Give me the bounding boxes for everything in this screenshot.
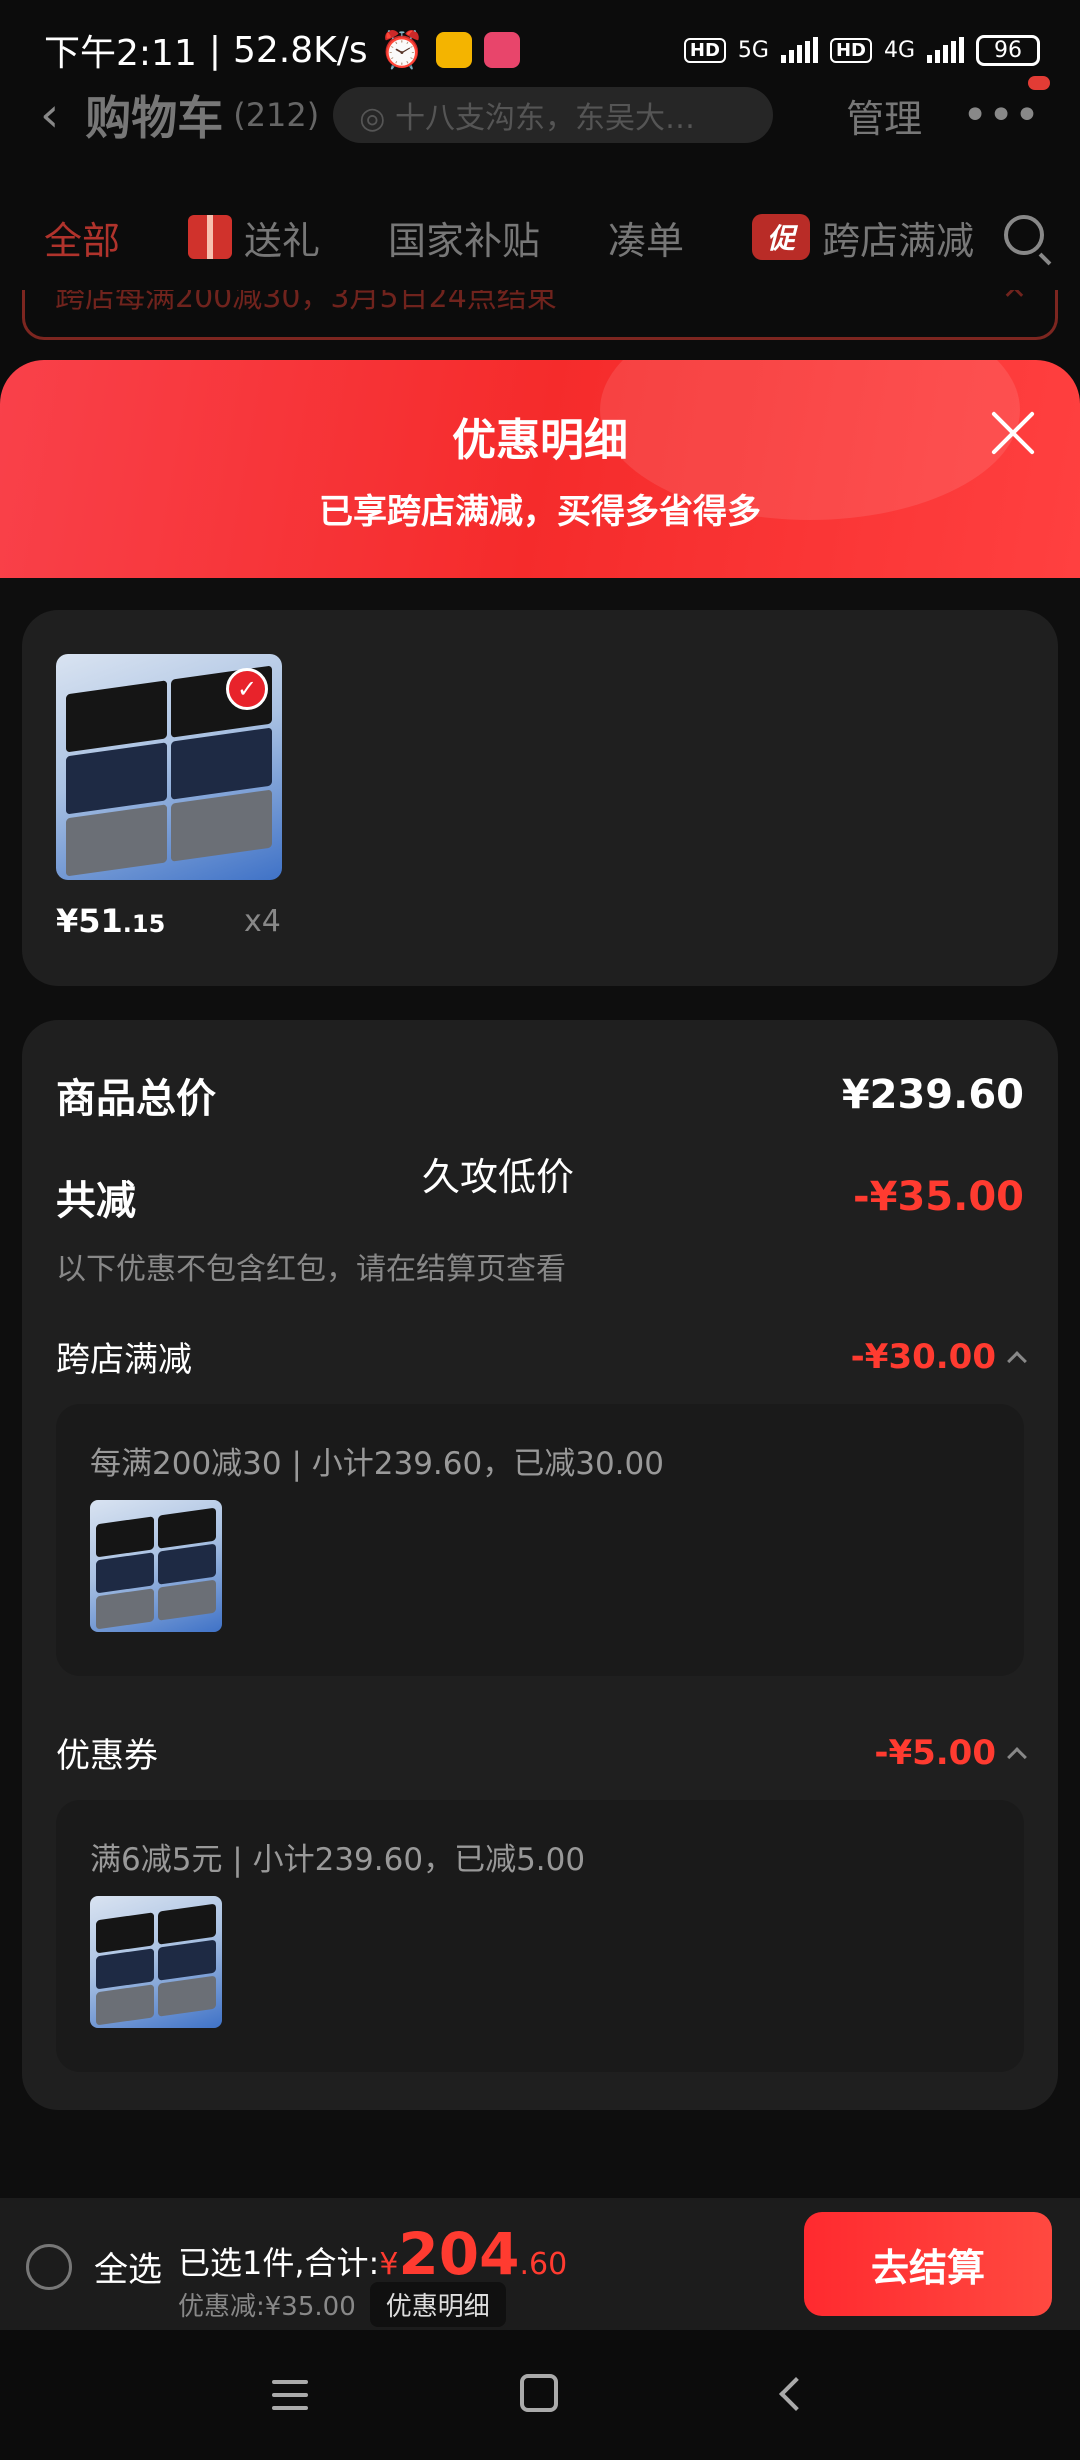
cart-count: (212) (233, 96, 320, 134)
discount-summary-card: 商品总价 ¥239.60 久攻低价 共减 -¥35.00 以下优惠不包含红包，请… (22, 1020, 1058, 2110)
promo-banner: 跨店每满200减30，3月5日24点结束 ✕ (22, 290, 1058, 340)
close-icon[interactable] (990, 410, 1036, 456)
reduce-row: 共减 -¥35.00 (56, 1168, 1024, 1226)
system-nav-bar (0, 2330, 1080, 2460)
discount-row-cross-store[interactable]: 跨店满减 -¥30.00 (56, 1332, 1027, 1381)
select-all-label: 全选 (94, 2250, 162, 2290)
promo-banner-text: 跨店每满200减30，3月5日24点结束 (55, 290, 557, 315)
location-text: 十八支沟东，东吴大… (394, 101, 695, 136)
home-icon[interactable] (520, 2374, 558, 2412)
price-int: ¥51 (56, 902, 123, 940)
discount-detail-text: 每满200减30 | 小计239.60，已减30.00 (90, 1446, 664, 1482)
product-price: ¥51.15 (56, 902, 165, 940)
total-label: 商品总价 (56, 1076, 216, 1122)
discount-note: 以下优惠不包含红包，请在结算页查看 (56, 1252, 566, 1287)
chevron-up-icon[interactable] (1007, 1350, 1027, 1371)
promo-badge: 促 (752, 214, 811, 260)
discount-detail-text: 满6减5元 | 小计239.60，已减5.00 (90, 1842, 586, 1878)
discount-detail-coupon: 满6减5元 | 小计239.60，已减5.00 (56, 1800, 1024, 2072)
selected-prefix: 已选1件,合计: (178, 2244, 380, 2282)
status-speed: 52.8K/s (232, 29, 368, 71)
sheet-subtitle: 已享跨店满减，买得多省得多 (319, 492, 761, 532)
alarm-icon: ⏰ (379, 30, 425, 71)
tab-cross-store-label: 跨店满减 (822, 218, 975, 263)
back-icon[interactable]: ‹ (40, 87, 59, 143)
page-title: 购物车 (85, 91, 224, 145)
product-thumbnail[interactable] (90, 1500, 222, 1632)
weibo-icon (436, 32, 473, 68)
manage-button[interactable]: 管理 (846, 88, 922, 143)
total-dec: .60 (519, 2247, 568, 2282)
menu-icon[interactable] (272, 2380, 308, 2419)
discount-amount: -¥30.00 (850, 1336, 996, 1377)
checkout-button[interactable]: 去结算 (804, 2212, 1052, 2316)
app-notification-icon (484, 32, 521, 68)
checkout-bar: 全选 已选1件,合计: ¥ 204 .60 优惠减:¥35.00 优惠明细 去结… (0, 2198, 1080, 2330)
check-icon: ✓ (226, 668, 268, 710)
total-currency: ¥ (379, 2247, 399, 2282)
discount-value: -¥30.00 (850, 1336, 1027, 1377)
price-dec: .15 (122, 910, 166, 938)
cart-header: ‹ 购物车 (212) ◎ 十八支沟东，东吴大… 管理 ••• (0, 75, 1080, 150)
chevron-up-icon[interactable] (1007, 1746, 1027, 1767)
status-divider: | (208, 29, 221, 71)
search-icon[interactable] (1004, 215, 1044, 255)
reduce-value: -¥35.00 (853, 1174, 1024, 1220)
tab-all[interactable]: 全部 (44, 210, 120, 265)
hd-icon: HD (683, 37, 726, 63)
total-value: ¥239.60 (841, 1072, 1024, 1118)
filter-tabs: 全部 送礼 国家补贴 凑单 促跨店满减 (0, 195, 1080, 279)
signal-icon (780, 37, 818, 63)
discount-value: -¥5.00 (874, 1732, 1027, 1773)
nav-back-icon[interactable] (779, 2377, 813, 2411)
network-5g: 5G (737, 37, 769, 63)
total-row: 商品总价 ¥239.60 (56, 1066, 1024, 1124)
status-time: 下午2:11 (44, 33, 197, 74)
socks-picture (96, 1903, 216, 2028)
select-all[interactable]: 全选 (26, 2242, 162, 2291)
product-card: ✓ ¥51.15 x4 (22, 610, 1058, 986)
discount-detail-sheet: 优惠明细 已享跨店满减，买得多省得多 ✓ ¥51.15 x4 商品总价 ¥239… (0, 360, 1080, 2340)
sheet-title: 优惠明细 (452, 415, 628, 466)
battery-icon: 96 (976, 34, 1040, 66)
status-right: HD 5G HD 4G 96 (683, 34, 1040, 66)
tab-gift[interactable]: 送礼 (188, 210, 320, 265)
select-all-radio[interactable] (26, 2243, 72, 2290)
discount-label: 跨店满减 (56, 1340, 192, 1380)
location-selector[interactable]: ◎ 十八支沟东，东吴大… (333, 87, 774, 143)
tab-combine[interactable]: 凑单 (608, 210, 684, 265)
discount-label: 优惠券 (56, 1736, 158, 1776)
discount-detail-cross-store: 每满200减30 | 小计239.60，已减30.00 (56, 1404, 1024, 1676)
product-qty: x4 (244, 904, 281, 939)
tab-subsidy[interactable]: 国家补贴 (388, 210, 540, 265)
discount-amount: -¥5.00 (874, 1732, 996, 1773)
socks-picture (96, 1507, 216, 1632)
total-summary: 已选1件,合计: ¥ 204 .60 (178, 2220, 567, 2288)
product-thumbnail[interactable] (90, 1896, 222, 2028)
status-left: 下午2:11 | 52.8K/s ⏰ (44, 24, 521, 76)
tab-gift-label: 送礼 (244, 218, 321, 263)
discount-summary: 优惠减:¥35.00 优惠明细 (178, 2282, 506, 2327)
reduce-label: 共减 (56, 1178, 136, 1224)
network-4g: 4G (883, 37, 915, 63)
discount-row-coupon[interactable]: 优惠券 -¥5.00 (56, 1728, 1027, 1777)
discount-text: 优惠减:¥35.00 (178, 2292, 356, 2322)
signal-icon-2 (927, 37, 964, 63)
product-image[interactable]: ✓ (56, 654, 282, 880)
sheet-header: 优惠明细 已享跨店满减，买得多省得多 (0, 360, 1080, 578)
total-int: 204 (398, 2220, 520, 2288)
notification-dot (1028, 75, 1050, 90)
tab-cross-store[interactable]: 促跨店满减 (752, 210, 974, 265)
eye-icon: ◎ (359, 101, 395, 136)
hd-icon-2: HD (829, 37, 872, 63)
banner-close-icon[interactable]: ✕ (1002, 290, 1027, 307)
discount-detail-button[interactable]: 优惠明细 (369, 2282, 506, 2327)
gift-icon (188, 215, 233, 259)
more-icon[interactable]: ••• (962, 75, 1050, 141)
